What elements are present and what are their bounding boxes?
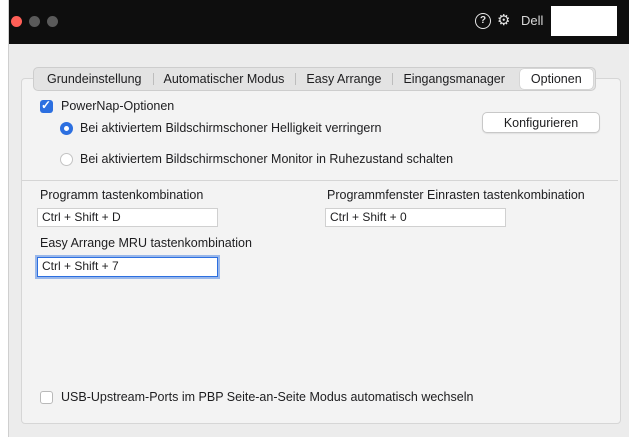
tab-eingangsmanager[interactable]: Eingangsmanager <box>392 69 515 89</box>
powernap-label: PowerNap-Optionen <box>61 99 175 113</box>
mru-shortcut-field[interactable]: Ctrl + Shift + 7 <box>37 257 218 277</box>
tab-grundeinstellung[interactable]: Grundeinstellung <box>36 69 153 89</box>
dim-brightness-label: Bei aktiviertem Bildschirmschoner Hellig… <box>80 121 382 135</box>
section-divider <box>22 180 618 181</box>
app-window: ? ⚙ Dell Grundeinstellung Automatischer … <box>8 0 629 437</box>
mru-shortcut-label: Easy Arrange MRU tastenkombination <box>40 236 252 250</box>
help-icon[interactable]: ? <box>475 13 491 29</box>
close-window-button[interactable] <box>11 16 22 27</box>
usb-upstream-label: USB-Upstream-Ports im PBP Seite-an-Seite… <box>61 390 474 404</box>
brand-name: Dell <box>521 13 544 28</box>
redacted-area <box>551 6 617 36</box>
tab-optionen[interactable]: Optionen <box>519 69 593 89</box>
tab-easy-arrange[interactable]: Easy Arrange <box>295 69 392 89</box>
usb-upstream-checkbox[interactable] <box>40 391 53 404</box>
tab-automatischer-modus[interactable]: Automatischer Modus <box>152 69 296 89</box>
minimize-window-button[interactable] <box>29 16 40 27</box>
sleep-monitor-label: Bei aktiviertem Bildschirmschoner Monito… <box>80 152 454 166</box>
title-bar: ? ⚙ Dell <box>9 0 629 44</box>
program-shortcut-label: Programm tastenkombination <box>40 188 204 202</box>
zoom-window-button[interactable] <box>47 16 58 27</box>
snap-shortcut-label: Programmfenster Einrasten tastenkombinat… <box>327 188 585 202</box>
tab-bar: Grundeinstellung Automatischer Modus Eas… <box>33 67 596 91</box>
powernap-checkbox[interactable] <box>40 98 53 113</box>
gear-icon[interactable]: ⚙ <box>497 11 510 31</box>
sleep-monitor-radio[interactable] <box>60 153 73 166</box>
snap-shortcut-field[interactable]: Ctrl + Shift + 0 <box>325 208 506 227</box>
configure-button[interactable]: Konfigurieren <box>482 112 600 133</box>
dim-brightness-radio[interactable] <box>60 122 73 135</box>
program-shortcut-field[interactable]: Ctrl + Shift + D <box>37 208 218 227</box>
